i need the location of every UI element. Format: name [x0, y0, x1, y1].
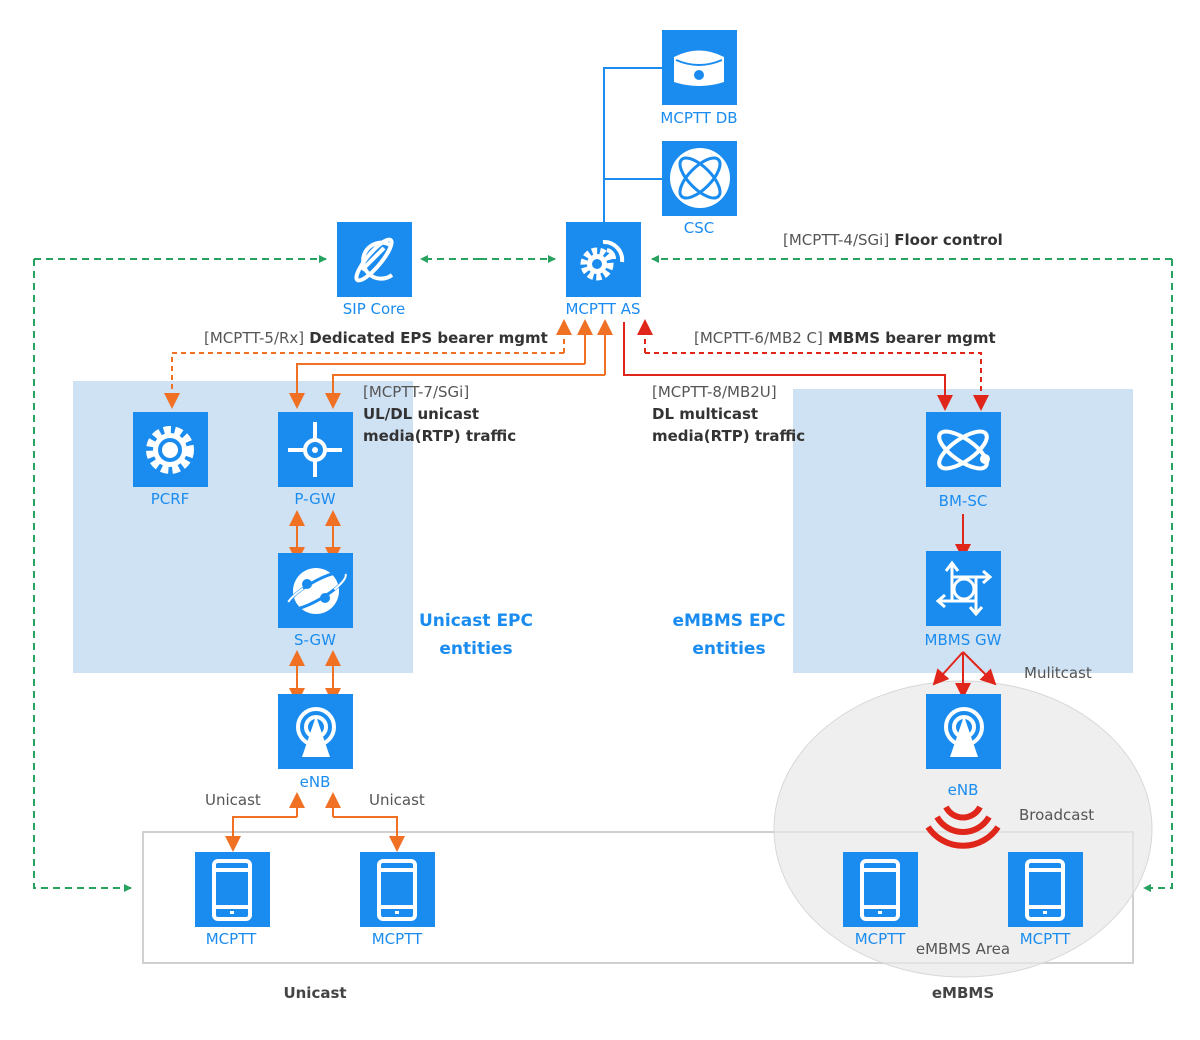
interface-mcptt5-label: [MCPTT-5/Rx] Dedicated EPS bearer mgmt	[204, 328, 548, 347]
node-label: MCPTT	[206, 930, 257, 948]
svg-text:[MCPTT-7/SGi]: [MCPTT-7/SGi]	[363, 383, 469, 401]
atom-icon	[670, 148, 730, 208]
interface-mcptt4-label: [MCPTT-4/SGi] Floor control	[783, 230, 1003, 249]
unicast-epc-subtitle: entities	[439, 639, 512, 659]
node-label: eNB	[948, 781, 979, 799]
node-mcptt-as[interactable]: MCPTT AS	[565, 222, 641, 318]
unicast-epc-title: Unicast EPC	[419, 611, 533, 631]
node-label: eNB	[300, 773, 331, 791]
bottom-embms-label: eMBMS	[932, 984, 994, 1002]
node-label: MCPTT	[372, 930, 423, 948]
node-label: CSC	[684, 219, 714, 237]
broadcast-label: Broadcast	[1019, 806, 1094, 824]
node-mbms-gw[interactable]: MBMS GW	[925, 551, 1002, 649]
node-label: MCPTT AS	[565, 300, 640, 318]
node-label: PCRF	[151, 490, 190, 508]
interface-mcptt6-label: [MCPTT-6/MB2 C] MBMS bearer mgmt	[694, 328, 996, 347]
node-label: MBMS GW	[925, 631, 1002, 649]
node-ue-1[interactable]: MCPTT	[195, 852, 270, 948]
embms-epc-subtitle: entities	[692, 639, 765, 659]
node-ue-2[interactable]: MCPTT	[360, 852, 435, 948]
svg-text:DL multicast: DL multicast	[652, 405, 758, 423]
as-db-link	[603, 67, 662, 222]
interface-mcptt8-label: [MCPTT-8/MB2U] DL multicast media(RTP) t…	[652, 383, 805, 445]
svg-text:[MCPTT-8/MB2U]: [MCPTT-8/MB2U]	[652, 383, 777, 401]
interface-mcptt7-label: [MCPTT-7/SGi] UL/DL unicast media(RTP) t…	[363, 383, 516, 445]
unicast-left-label: Unicast	[205, 791, 261, 809]
svg-text:media(RTP) traffic: media(RTP) traffic	[652, 427, 805, 445]
bottom-unicast-label: Unicast	[283, 984, 346, 1002]
node-label: S-GW	[294, 631, 336, 649]
embms-epc-title: eMBMS EPC	[672, 611, 785, 631]
embms-area-label: eMBMS Area	[916, 940, 1010, 958]
database-icon	[674, 50, 724, 86]
node-label: BM-SC	[939, 492, 988, 510]
node-mcptt-db[interactable]: MCPTT DB	[660, 30, 738, 127]
node-label: P-GW	[294, 490, 335, 508]
node-label: MCPTT	[1020, 930, 1071, 948]
svg-text:UL/DL unicast: UL/DL unicast	[363, 405, 479, 423]
node-sip-core[interactable]: SIP Core	[337, 222, 412, 318]
node-enb-unicast[interactable]: eNB	[278, 694, 353, 791]
multicast-label: Mulitcast	[1024, 664, 1092, 682]
node-csc[interactable]: CSC	[662, 141, 737, 237]
node-label: SIP Core	[343, 300, 405, 318]
node-label: MCPTT	[855, 930, 906, 948]
unicast-epc-region	[73, 381, 413, 673]
svg-text:media(RTP) traffic: media(RTP) traffic	[363, 427, 516, 445]
mcptt-architecture-diagram: MCPTT DB CSC SIP Core MCPTT AS PCRF P-GW…	[33, 30, 1173, 1002]
unicast-right-label: Unicast	[369, 791, 425, 809]
node-label: MCPTT DB	[660, 109, 737, 127]
